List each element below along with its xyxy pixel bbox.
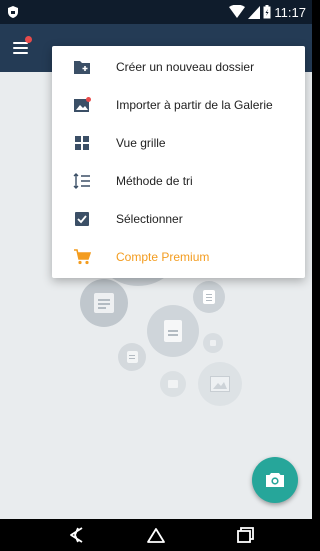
camera-fab-button[interactable] — [252, 457, 298, 503]
battery-icon — [263, 5, 271, 19]
document-bubble — [80, 279, 128, 327]
menu-item-new-folder[interactable]: Créer un nouveau dossier — [52, 48, 305, 86]
gallery-import-icon — [74, 97, 91, 112]
small-bubble — [203, 333, 223, 353]
hamburger-menu-button[interactable] — [10, 36, 34, 60]
sort-icon — [73, 173, 90, 189]
document-bubble — [193, 281, 225, 313]
wifi-icon — [229, 5, 246, 18]
shield-notification-icon — [8, 6, 18, 18]
chat-bubble — [160, 371, 186, 397]
menu-item-premium-account[interactable]: Compte Premium — [52, 238, 305, 276]
recents-icon[interactable] — [234, 525, 256, 545]
overflow-menu: Créer un nouveau dossier Importer à part… — [52, 46, 305, 278]
menu-item-grid-view[interactable]: Vue grille — [52, 124, 305, 162]
home-icon[interactable] — [145, 525, 167, 545]
new-folder-icon — [74, 61, 90, 74]
grid-view-icon — [75, 136, 89, 150]
document-icon — [203, 290, 215, 304]
app-screen: 11:17 Créer un nouveau dossier Importer … — [0, 0, 312, 551]
menu-item-import-gallery[interactable]: Importer à partir de la Galerie — [52, 86, 305, 124]
file-icon — [164, 320, 182, 342]
camera-icon — [266, 473, 284, 487]
file-bubble — [147, 305, 199, 357]
status-bar: 11:17 — [0, 0, 312, 24]
signal-icon — [248, 5, 261, 19]
notification-dot — [25, 36, 32, 43]
image-bubble — [198, 362, 242, 406]
cart-icon — [74, 249, 91, 265]
status-indicators: 11:17 — [229, 3, 306, 21]
document-icon — [126, 351, 138, 363]
checkbox-icon — [75, 212, 89, 226]
system-nav-bar — [0, 519, 312, 551]
document-bubble — [118, 343, 146, 371]
status-time: 11:17 — [274, 4, 306, 20]
back-icon[interactable] — [66, 525, 88, 545]
document-icon — [94, 293, 114, 313]
menu-item-select[interactable]: Sélectionner — [52, 200, 305, 238]
image-icon — [210, 376, 230, 392]
menu-item-sort-method[interactable]: Méthode de tri — [52, 162, 305, 200]
